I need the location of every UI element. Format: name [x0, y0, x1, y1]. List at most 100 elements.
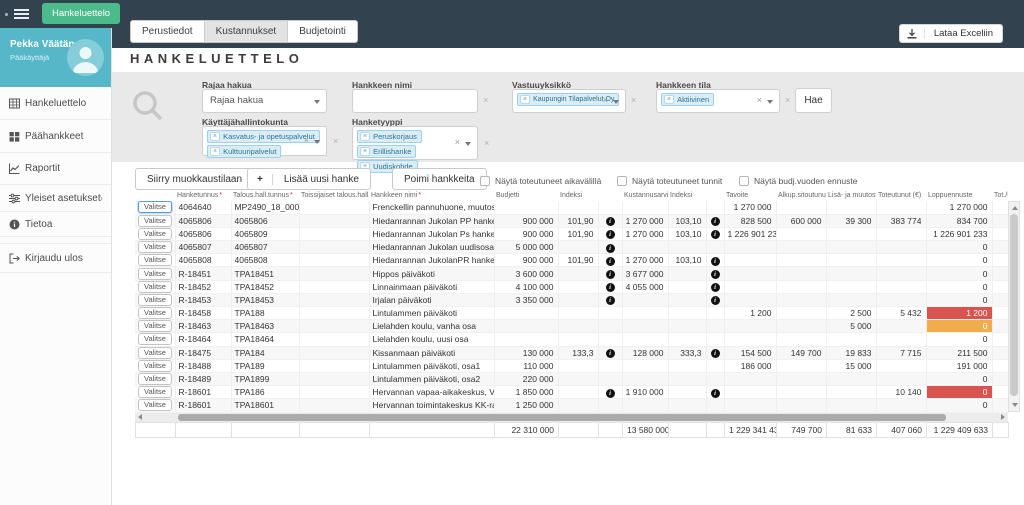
checkbox-icon[interactable] [739, 176, 749, 186]
info-icon[interactable]: i [711, 257, 720, 266]
select-row-button[interactable]: Valitse [138, 294, 172, 306]
info-icon[interactable]: i [711, 217, 720, 226]
sidebar-item-raportit[interactable]: Raportit [0, 153, 111, 185]
select-row-button[interactable]: Valitse [138, 333, 172, 345]
select-row-button[interactable]: Valitse [138, 373, 172, 385]
select-row-button[interactable]: Valitse [138, 241, 172, 253]
vastuuyksikko-multiselect[interactable]: ×Kaupungin Tilapalvelut Oy × [512, 89, 626, 113]
info-icon[interactable]: i [606, 296, 615, 305]
select-row-button[interactable]: Valitse [138, 307, 172, 319]
remove-filter-icon[interactable]: × [483, 95, 488, 105]
info-icon[interactable]: i [606, 270, 615, 279]
select-row-button[interactable]: Valitse [138, 201, 172, 213]
info-icon[interactable]: i [711, 389, 720, 398]
tab-budjetointi[interactable]: Budjetointi [288, 21, 357, 42]
select-row-button[interactable]: Valitse [138, 320, 172, 332]
column-header-id[interactable]: Hanketunnus* [175, 188, 231, 201]
scroll-down-icon[interactable] [1012, 403, 1018, 407]
column-header-fin[interactable]: Talous.hall.tunnus* [231, 188, 299, 201]
column-header-tote[interactable]: Tot./E [992, 188, 1008, 201]
filter-chip[interactable]: ×Erillishanke [357, 145, 416, 158]
horizontal-scrollbar-thumb[interactable] [178, 414, 946, 421]
chip-remove-icon[interactable]: × [210, 147, 220, 156]
horizontal-scrollbar[interactable] [135, 413, 1008, 422]
remove-filter-icon[interactable]: × [785, 95, 790, 105]
chip-remove-icon[interactable]: × [360, 132, 370, 141]
select-row-button[interactable]: Valitse [138, 360, 172, 372]
remove-filter-icon[interactable]: × [631, 95, 636, 105]
info-icon[interactable]: i [606, 230, 615, 239]
sidebar-item-hankeluettelo[interactable]: Hankeluettelo [0, 87, 111, 120]
avatar[interactable] [67, 39, 104, 76]
checkbox-show-actuals-range[interactable]: Näytä toteutuneet aikavälillä [480, 176, 601, 186]
select-row-button[interactable]: Valitse [138, 254, 172, 266]
column-header-idx1[interactable]: Indeksi [558, 188, 598, 201]
chip-remove-icon[interactable]: × [664, 95, 674, 104]
column-header-committed[interactable]: Alkup.sitoutunut [776, 188, 826, 201]
checkbox-icon[interactable] [480, 176, 490, 186]
select-row-button[interactable]: Valitse [138, 386, 172, 398]
column-header-name[interactable]: Hankkeen nimi* [369, 188, 494, 201]
hankkeen-nimi-input[interactable] [352, 89, 478, 113]
scroll-right-icon[interactable] [1001, 414, 1005, 420]
info-icon[interactable]: i [606, 244, 615, 253]
info-icon[interactable]: i [711, 230, 720, 239]
clear-field-icon[interactable]: × [455, 137, 460, 147]
hankkeen-tila-multiselect[interactable]: ×Aktiivinen × [656, 89, 780, 113]
chip-remove-icon[interactable]: × [360, 147, 370, 156]
column-header-idx2[interactable]: Indeksi [668, 188, 706, 201]
column-header-actual[interactable]: Toteutunut (€) [876, 188, 926, 201]
clear-field-icon[interactable]: × [304, 135, 309, 145]
select-row-button[interactable]: Valitse [138, 228, 172, 240]
select-row-button[interactable]: Valitse [138, 281, 172, 293]
select-row-button[interactable]: Valitse [138, 399, 172, 411]
checkbox-show-actual-hours[interactable]: Näytä toteutuneet tunnit [617, 176, 722, 186]
search-button[interactable]: Hae [795, 88, 832, 113]
sidebar-item-yleiset-asetukset[interactable]: Yleiset asetukset › [0, 185, 111, 212]
column-header-sec[interactable]: Toissijaiset talous.hall.tunnuk [299, 188, 369, 201]
chip-remove-icon[interactable]: × [520, 95, 530, 104]
tab-perustiedot[interactable]: Perustiedot [131, 21, 205, 42]
column-header-extra[interactable]: Lisä- ja muutostyöt [826, 188, 876, 201]
hanketyyppi-multiselect[interactable]: ×Peruskorjaus ×Erillishanke ×Uudiskohde … [352, 126, 478, 160]
remove-filter-icon[interactable]: × [484, 138, 489, 148]
select-row-button[interactable]: Valitse [138, 215, 172, 227]
info-icon[interactable]: i [606, 257, 615, 266]
kayttajahallintokunta-multiselect[interactable]: ×Kasvatus- ja opetuspalvelut ×Kulttuurip… [202, 126, 327, 156]
hamburger-menu-icon[interactable] [14, 9, 29, 20]
pick-projects-button[interactable]: Poimi hankkeita [392, 168, 487, 190]
edit-mode-button[interactable]: Siirry muokkaustilaan [135, 168, 254, 190]
info-icon[interactable]: i [711, 270, 720, 279]
clear-field-icon[interactable]: × [757, 95, 762, 105]
sidebar-item-kirjaudu-ulos[interactable]: Kirjaudu ulos [0, 243, 111, 273]
info-icon[interactable]: i [711, 349, 720, 358]
filter-chip[interactable]: ×Aktiivinen [661, 93, 714, 106]
rajaa-hakua-select[interactable]: Rajaa hakua [202, 89, 327, 113]
info-icon[interactable]: i [606, 349, 615, 358]
chip-remove-icon[interactable]: × [210, 132, 220, 141]
select-row-button[interactable]: Valitse [138, 268, 172, 280]
filter-chip[interactable]: ×Peruskorjaus [357, 130, 422, 143]
info-icon[interactable]: i [606, 217, 615, 226]
select-row-button[interactable]: Valitse [138, 347, 172, 359]
tab-kustannukset[interactable]: Kustannukset [205, 21, 289, 42]
column-header-budget[interactable]: Budjetti [494, 188, 558, 201]
info-icon[interactable]: i [606, 283, 615, 292]
checkbox-icon[interactable] [617, 176, 627, 186]
remove-filter-icon[interactable]: × [333, 136, 338, 146]
filter-chip[interactable]: ×Kulttuuripalvelut [207, 145, 281, 158]
info-icon[interactable]: i [606, 389, 615, 398]
vertical-scrollbar[interactable] [1008, 201, 1020, 412]
sidebar-item-tietoa[interactable]: Tietoa [0, 212, 111, 237]
info-icon[interactable]: i [711, 296, 720, 305]
sidebar-item-paahankkeet[interactable]: Päähankkeet [0, 120, 111, 153]
column-header-cost[interactable]: Kustannusarvio [622, 188, 668, 201]
add-project-button[interactable]: + Lisää uusi hanke [247, 168, 371, 190]
checkbox-show-budget-forecast[interactable]: Näytä budj.vuoden ennuste [739, 176, 858, 186]
scroll-left-icon[interactable] [138, 414, 142, 420]
vertical-scrollbar-thumb[interactable] [1010, 214, 1018, 396]
scroll-up-icon[interactable] [1012, 206, 1018, 210]
app-home-button[interactable]: Hankeluettelo [42, 3, 120, 24]
clear-field-icon[interactable]: × [603, 95, 608, 105]
column-header-target[interactable]: Tavoite [724, 188, 776, 201]
